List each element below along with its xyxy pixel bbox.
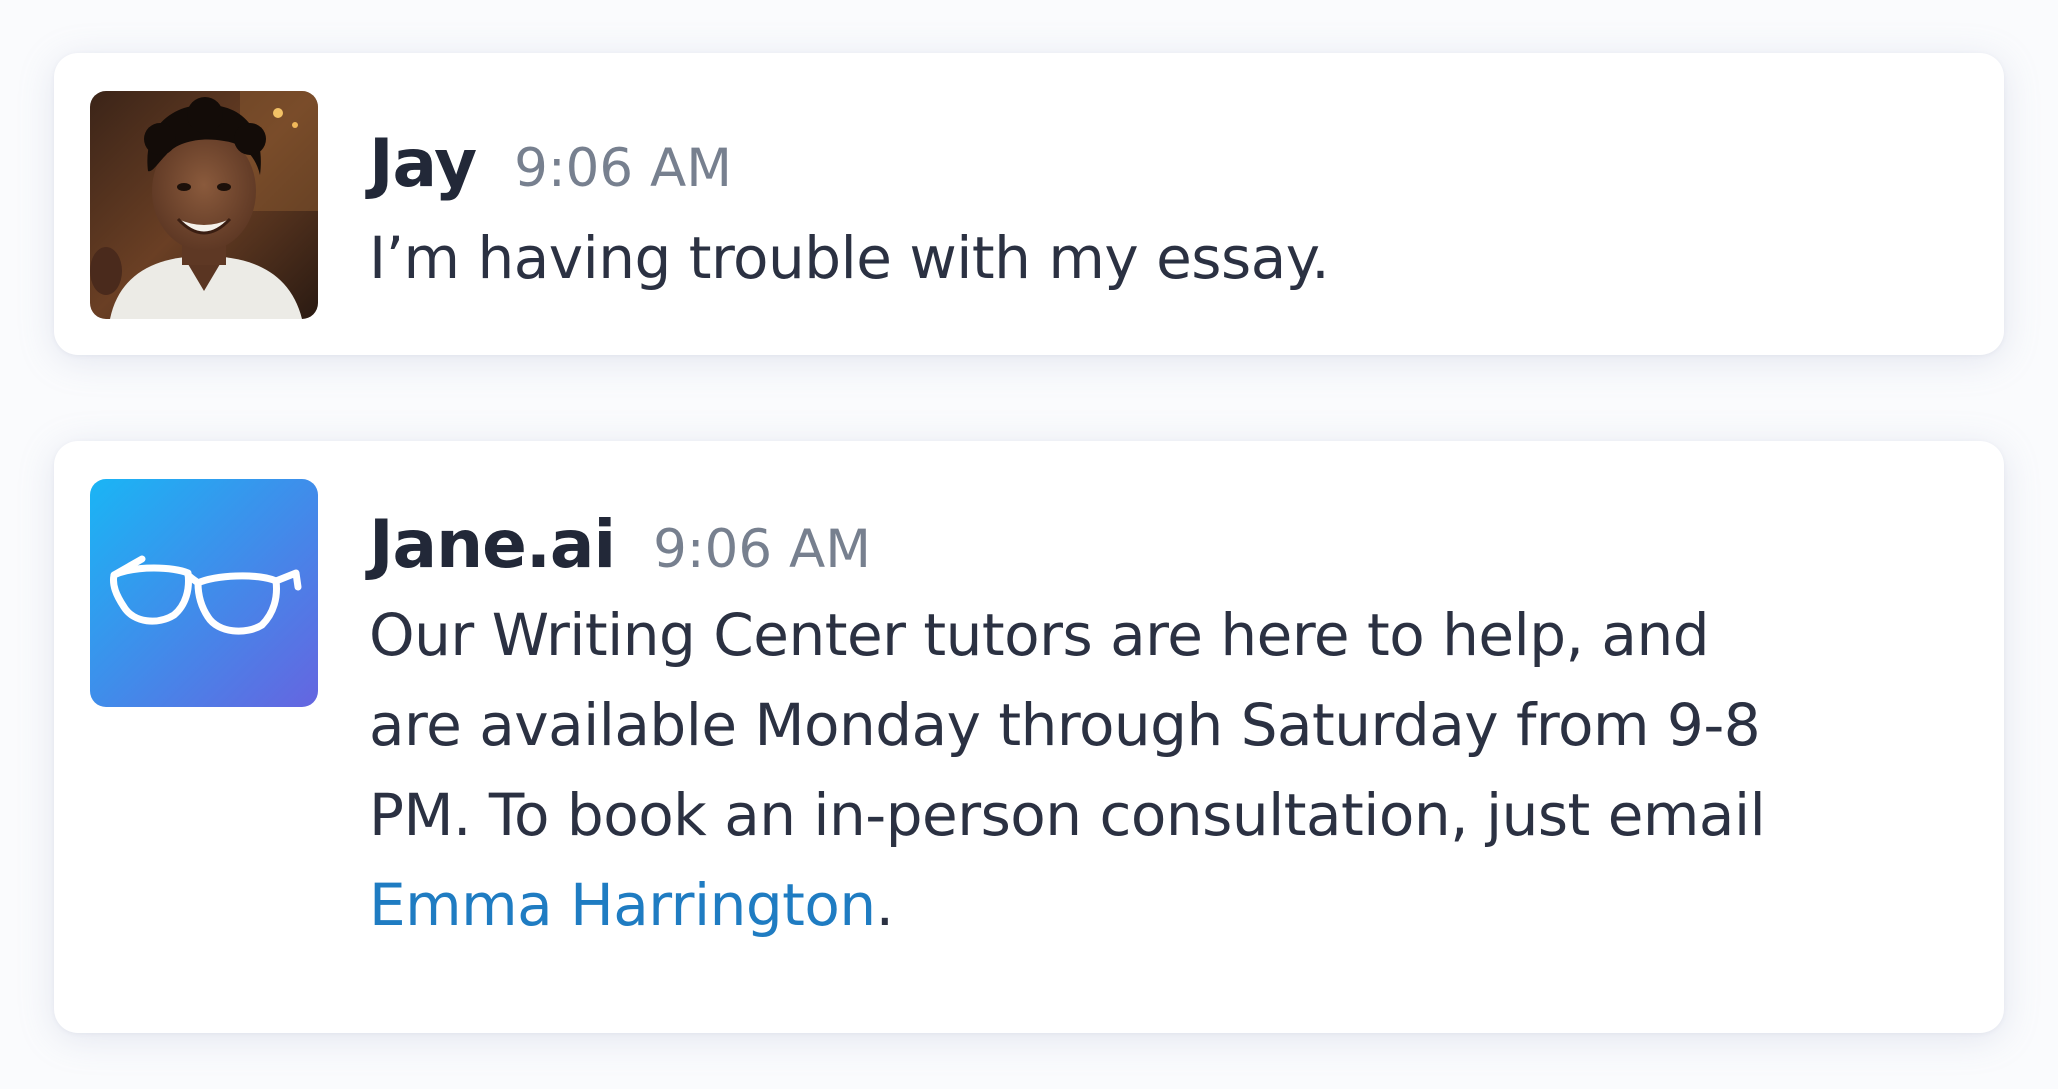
timestamp: 9:06 AM [653, 519, 871, 580]
timestamp: 9:06 AM [514, 138, 732, 199]
message-content: Jane.ai 9:06 AM Our Writing Center tutor… [369, 506, 1964, 950]
message-line: Our Writing Center tutors are here to he… [369, 601, 1710, 669]
message-card-user: Jay 9:06 AM I’m having trouble with my e… [54, 53, 2004, 355]
sender-name[interactable]: Jane.ai [369, 506, 616, 583]
message-line-last: Emma Harrington. [369, 860, 1964, 950]
contact-link[interactable]: Emma Harrington [369, 871, 876, 939]
message-content: Jay 9:06 AM I’m having trouble with my e… [369, 125, 1964, 303]
trailing-punctuation: . [875, 871, 894, 939]
message-card-bot: Jane.ai 9:06 AM Our Writing Center tutor… [54, 441, 2004, 1033]
avatar[interactable] [90, 91, 318, 319]
message-header: Jane.ai 9:06 AM [369, 506, 1964, 590]
avatar[interactable] [90, 479, 318, 707]
message-line: are available Monday through Saturday fr… [369, 691, 1761, 759]
message-header: Jay 9:06 AM [369, 125, 1964, 209]
message-text: Our Writing Center tutors are here to he… [369, 590, 1964, 950]
sender-name[interactable]: Jay [369, 125, 477, 202]
message-text: I’m having trouble with my essay. [369, 224, 1330, 292]
message-line: PM. To book an in-person consultation, j… [369, 781, 1766, 849]
